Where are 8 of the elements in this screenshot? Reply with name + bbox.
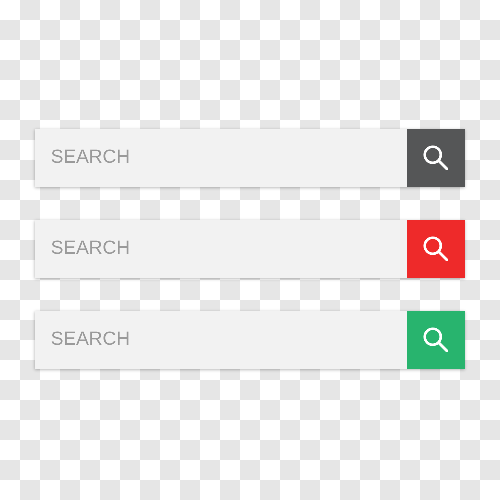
search-button[interactable] (407, 129, 465, 187)
search-icon (422, 326, 450, 354)
search-icon (422, 235, 450, 263)
search-field[interactable]: SEARCH (35, 311, 407, 369)
search-field[interactable]: SEARCH (35, 220, 407, 278)
search-field[interactable]: SEARCH (35, 129, 407, 187)
search-icon (422, 144, 450, 172)
search-button[interactable] (407, 220, 465, 278)
